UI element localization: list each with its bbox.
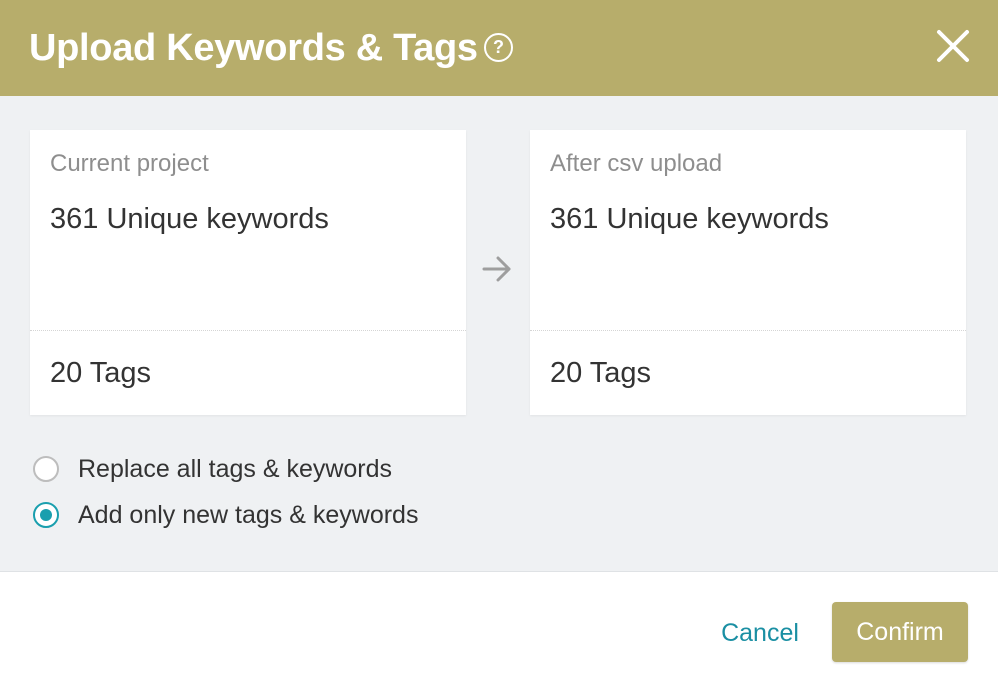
after-tags-count: 20 Tags xyxy=(550,357,652,389)
upload-keywords-dialog: Upload Keywords & Tags ? Current project… xyxy=(0,0,998,694)
current-keywords-count: 361 Unique keywords xyxy=(50,203,329,235)
arrow-right-icon xyxy=(480,252,514,286)
cancel-button[interactable]: Cancel xyxy=(710,610,810,656)
after-upload-label: After csv upload xyxy=(550,150,723,177)
replace-all-label[interactable]: Replace all tags & keywords xyxy=(78,454,392,484)
add-new-only-option[interactable]: Add only new tags & keywords xyxy=(33,499,418,531)
after-keywords-count: 361 Unique keywords xyxy=(550,203,829,235)
dialog-header: Upload Keywords & Tags ? xyxy=(0,0,998,96)
dialog-footer: Cancel Confirm xyxy=(0,572,998,694)
add-new-only-radio[interactable] xyxy=(33,502,59,528)
replace-all-radio[interactable] xyxy=(33,456,59,482)
close-icon-glyph xyxy=(937,30,969,62)
dialog-title: Upload Keywords & Tags xyxy=(29,27,478,69)
question-circle-icon[interactable]: ? xyxy=(484,33,513,62)
current-project-label: Current project xyxy=(50,150,209,177)
radio-dot xyxy=(40,509,52,521)
after-upload-card: After csv upload 361 Unique keywords 20 … xyxy=(530,130,966,415)
card-divider xyxy=(530,330,966,331)
close-icon[interactable] xyxy=(935,28,971,64)
confirm-button[interactable]: Confirm xyxy=(832,602,968,662)
card-divider xyxy=(30,330,466,331)
replace-all-option[interactable]: Replace all tags & keywords xyxy=(33,453,392,485)
current-project-card: Current project 361 Unique keywords 20 T… xyxy=(30,130,466,415)
current-tags-count: 20 Tags xyxy=(50,357,152,389)
dialog-body: Current project 361 Unique keywords 20 T… xyxy=(0,96,998,572)
add-new-only-label[interactable]: Add only new tags & keywords xyxy=(78,500,418,530)
